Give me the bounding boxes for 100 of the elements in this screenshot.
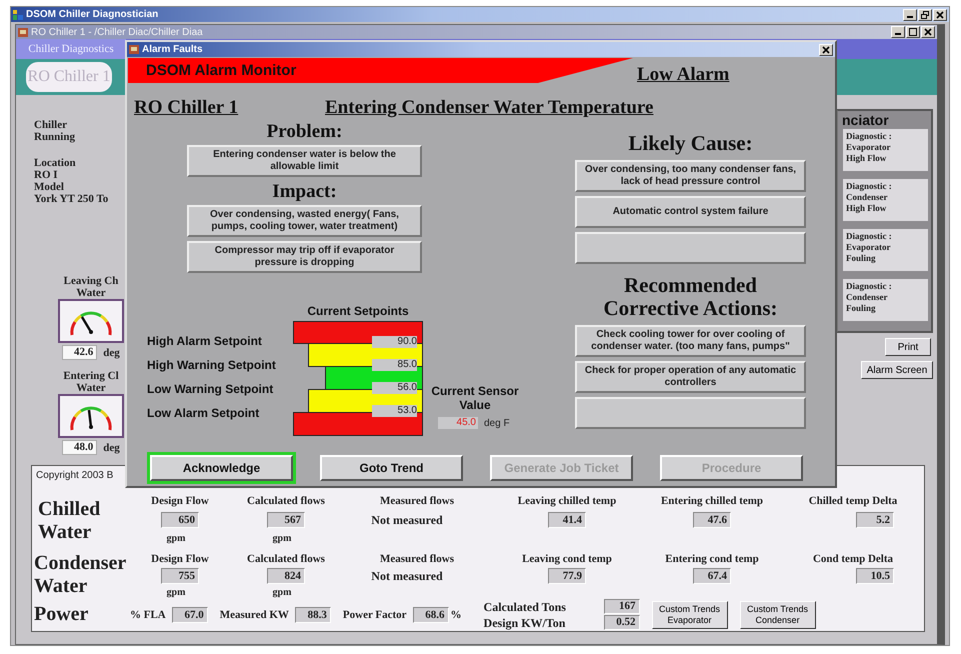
section-heading: Impact: (271, 181, 338, 204)
side-button[interactable]: Print (885, 338, 931, 356)
column-header: Calculated flows (246, 552, 326, 567)
setpoint-value: 56.0 (372, 382, 417, 394)
value-field: 41.4 (548, 512, 586, 528)
value-field: 68.6 (412, 606, 449, 622)
column-header: Cond temp Delta (812, 552, 894, 567)
gauge-drawing (58, 299, 124, 343)
section-title: Condenser Water (33, 552, 127, 598)
column-header: Entering cond temp (664, 552, 760, 567)
message-box: Over condensing, too many condenser fans, lack of head pressure control (575, 160, 806, 192)
value-field: 67.4 (693, 568, 731, 584)
info-value: York YT 250 To (34, 193, 110, 205)
tons-label: Calculated Tons (484, 600, 567, 614)
value-field: 47.6 (693, 512, 731, 528)
gauge-caption: Water (76, 382, 106, 394)
copyright-text: Copyright 2003 B (35, 469, 114, 483)
alarm-severity: Low Alarm (637, 65, 730, 85)
close-button[interactable] (819, 44, 833, 56)
value-field: 167 (604, 599, 640, 614)
setpoints-title: Current Setpoints (306, 304, 410, 318)
setpoint-label: High Alarm Setpoint (147, 333, 263, 350)
minimize-button[interactable] (903, 8, 917, 20)
info-label: Chiller (34, 119, 68, 131)
trend-button[interactable]: Custom Trends Condenser (740, 600, 816, 628)
gauge-reading: 48.0 (62, 440, 98, 455)
power-label: Power Factor (342, 608, 407, 620)
value-field: 824 (267, 568, 305, 584)
point-title: Entering Condenser Water Temperature (325, 97, 654, 120)
dialog-button[interactable]: Acknowledge (150, 455, 293, 481)
column-header: Measured flows (378, 552, 456, 567)
column-header: Design Flow (150, 552, 210, 567)
dialog-button[interactable]: Goto Trend (320, 455, 463, 481)
message-box: Check cooling tower for over cooling of condenser water. (too many fans, pumps" (575, 325, 806, 357)
trend-button[interactable]: Custom Trends Evaporator (652, 600, 728, 628)
window-title: DSOM Chiller Diagnostician (26, 9, 158, 20)
restore-icon (921, 10, 929, 18)
unit-label: % (450, 608, 462, 620)
gauge-caption: Entering Cl (63, 370, 119, 382)
gauge-unit: deg (103, 442, 120, 454)
value-field: 755 (161, 568, 199, 584)
column-header: Entering chilled temp (660, 494, 764, 509)
message-box: Automatic control system failure (575, 196, 806, 228)
document-icon (18, 28, 28, 36)
power-label: % FLA (130, 608, 166, 620)
restore-button[interactable] (918, 8, 932, 20)
window-title: RO Chiller 1 - /Chiller Diac/Chiller Diaa (31, 26, 203, 38)
section-heading: Likely Cause: (627, 132, 754, 155)
info-label: Location (34, 157, 77, 169)
setpoint-value: 85.0 (372, 359, 417, 371)
value-field: 10.5 (856, 568, 894, 584)
chiller-badge: RO Chiller 1 (26, 62, 112, 92)
maximize-button[interactable] (906, 26, 920, 38)
document-icon (129, 45, 139, 54)
maximize-icon (909, 28, 917, 36)
power-label: Measured KW (220, 608, 289, 620)
column-header: Measured flows (378, 494, 456, 509)
sensor-label: Current Sensor Value (430, 384, 520, 412)
dialog-title: Alarm Faults (142, 44, 203, 55)
value-field: 567 (267, 512, 305, 528)
message-box: Compressor may trip off if evaporator pressure is dropping (187, 241, 422, 273)
section-heading: Problem: (266, 121, 344, 144)
gauge-unit: deg (103, 346, 120, 358)
gauge-caption: Water (76, 287, 106, 299)
setpoint-value: 53.0 (372, 405, 417, 417)
column-header: Leaving chilled temp (516, 494, 618, 509)
section-title: Chilled Water (37, 498, 102, 545)
message-box: Check for proper operation of any automatic controllers (575, 361, 806, 393)
value-field: 77.9 (548, 568, 586, 584)
panel-title: nciator (841, 111, 890, 129)
minimize-icon (895, 33, 901, 35)
setpoint-label: High Warning Setpoint (147, 357, 277, 374)
setpoint-label: Low Alarm Setpoint (147, 405, 260, 422)
sensor-unit: deg F (484, 418, 510, 428)
close-icon (936, 10, 944, 18)
value-field: 67.0 (172, 606, 208, 622)
value-field: 650 (161, 512, 199, 528)
side-button[interactable]: Alarm Screen (861, 361, 933, 379)
message-box: Over condensing, wasted energy( Fans, pumps, cooling tower, water treatment) (187, 205, 422, 237)
gauge-drawing (58, 394, 124, 438)
gauge-caption: Leaving Ch (64, 275, 118, 287)
diagnostic-card[interactable]: Diagnostic : Condenser Fouling (843, 279, 928, 321)
minimize-icon (907, 16, 913, 18)
value-field: 5.2 (856, 512, 894, 528)
setpoint-value: 90.0 (372, 336, 417, 348)
close-button[interactable] (921, 26, 935, 38)
gauge-reading: 42.6 (62, 345, 98, 360)
setpoint-label: Low Warning Setpoint (147, 381, 274, 398)
minimize-button[interactable] (891, 26, 905, 38)
close-button[interactable] (933, 8, 947, 20)
app-icon (13, 10, 23, 20)
close-icon (924, 28, 932, 36)
info-value: Running (34, 131, 76, 143)
unit-label: gpm (166, 586, 186, 598)
diagnostic-card[interactable]: Diagnostic : Evaporator High Flow (843, 129, 928, 171)
diagnostic-card[interactable]: Diagnostic : Condenser High Flow (843, 179, 928, 221)
value-field: 0.52 (604, 615, 640, 630)
column-header: Calculated flows (246, 494, 326, 509)
value-text: Not measured (371, 568, 443, 584)
diagnostic-card[interactable]: Diagnostic : Evaporator Fouling (843, 229, 928, 271)
